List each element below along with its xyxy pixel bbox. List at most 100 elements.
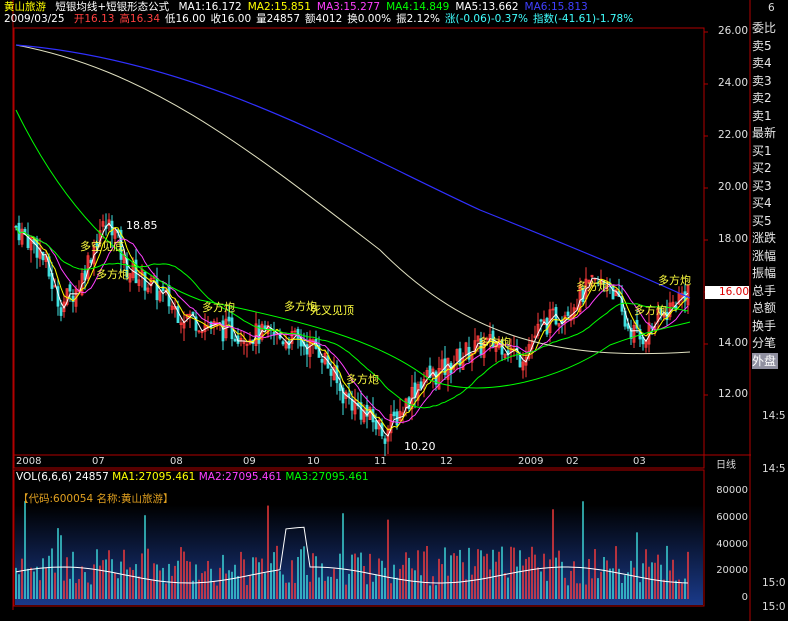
vol-ma3: MA3:27095.461 [285, 471, 369, 483]
candle-body [305, 344, 309, 355]
order-panel-item[interactable]: 买1 [752, 143, 778, 159]
order-panel-item[interactable]: 卖1 [752, 108, 778, 124]
stock-name[interactable]: 黄山旅游 [4, 1, 46, 13]
quote-values: 开16.13 高16.34 低16.00 收16.00 量24857 额4012 换0.00… [74, 13, 638, 25]
ma-value: MA1:16.172 [178, 1, 242, 13]
price-tick: 22.00 [717, 129, 748, 141]
volume-tick: 20000 [716, 565, 748, 576]
volume-tick: 40000 [716, 539, 748, 550]
candle-body [566, 311, 570, 316]
price-tick: 12.00 [717, 388, 748, 400]
chart-annotation: 多方炮 [634, 304, 667, 317]
order-panel-item[interactable]: 涨跌 [752, 230, 778, 246]
candle-body [176, 306, 180, 323]
quote-value: 额4012 [305, 13, 343, 25]
chart-annotation: 死叉见顶 [310, 304, 354, 317]
volume-tick: 60000 [716, 512, 748, 523]
order-panel-item[interactable]: 振幅 [752, 265, 778, 281]
candle-body [263, 325, 267, 329]
date-tick: 02 [566, 456, 579, 467]
order-panel-item[interactable]: 委比 [752, 20, 778, 36]
order-panel-item[interactable]: 卖2 [752, 90, 778, 106]
price-tick: 18.00 [717, 233, 748, 245]
date-tick: 07 [92, 456, 105, 467]
candle-body [329, 368, 333, 376]
order-panel-item[interactable]: 买4 [752, 195, 778, 211]
candle-body [539, 319, 543, 322]
order-panel-item[interactable]: 外盘 [752, 352, 778, 369]
formula-name: 短银均线+短银形态公式 [55, 1, 170, 13]
volume-title: VOL(6,6,6) 24857 MA1:27095.461 MA2:27095… [16, 471, 369, 483]
order-panel-item[interactable]: 买2 [752, 160, 778, 176]
ma-value: MA6:15.813 [524, 1, 588, 13]
quote-value: 开16.13 [73, 13, 115, 25]
date-tick: 12 [440, 456, 453, 467]
current-price-tag: 16.00 [705, 286, 749, 299]
quote-value: 收16.00 [210, 13, 252, 25]
quote-value: 低16.00 [165, 13, 206, 25]
time-tick: 15:0 [762, 601, 786, 613]
chart-annotation: 多方炮 [96, 268, 129, 281]
ma-value: MA5:13.662 [455, 1, 519, 13]
date-tick: 09 [243, 456, 256, 467]
chart-annotation: 多方炮 [478, 336, 511, 349]
date-tick[interactable]: 日线 [716, 456, 736, 471]
candle-body [59, 307, 63, 316]
order-panel-item[interactable]: 卖3 [752, 73, 778, 89]
candle-body [374, 420, 378, 430]
candle-body [458, 348, 462, 366]
price-tick: 26.00 [717, 25, 748, 37]
candle-body [320, 358, 324, 363]
quote-value: 振2.12% [396, 13, 440, 25]
kline-chart[interactable] [0, 0, 788, 621]
time-tick: 6 [768, 2, 775, 14]
candle-body [383, 438, 387, 444]
vol-value: 24857 [75, 471, 109, 483]
quote-value: 量24857 [256, 13, 301, 25]
chart-annotation: 多空见底 [80, 240, 124, 253]
chart-annotation: 多方炮 [202, 301, 235, 314]
quote-line: 2009/03/25 开16.13 高16.34 低16.00 收16.00 量2485… [4, 13, 644, 26]
order-panel-item[interactable]: 买5 [752, 213, 778, 229]
quote-value: 换0.00% [347, 13, 392, 25]
candle-body [392, 411, 396, 417]
chart-annotation: 多方炮 [658, 274, 691, 287]
candle-body [68, 284, 72, 292]
candle-body [233, 338, 237, 342]
order-panel-item[interactable]: 最新 [752, 125, 778, 141]
order-panel-item[interactable]: 涨幅 [752, 248, 778, 264]
price-tick: 24.00 [717, 77, 748, 89]
date-tick: 2009 [518, 456, 544, 467]
order-panel-item[interactable]: 卖5 [752, 38, 778, 54]
date-tick: 10 [307, 456, 320, 467]
chart-annotation: 多方炮 [576, 280, 609, 293]
order-panel-item[interactable]: 换手 [752, 318, 778, 334]
candle-body [281, 341, 285, 345]
order-panel-item[interactable]: 总额 [752, 300, 778, 316]
price-tick: 20.00 [717, 181, 748, 193]
vol-label: VOL(6,6,6) [16, 471, 73, 483]
volume-tick: 0 [741, 592, 748, 603]
quote-value: 涨(-0.06)-0.37% [444, 13, 528, 25]
chart-annotation: 10.20 [404, 440, 436, 453]
order-panel-item[interactable]: 买3 [752, 178, 778, 194]
candle-body [143, 271, 147, 291]
volume-tick: 80000 [716, 485, 748, 496]
order-panel-item[interactable]: 分笔 [752, 335, 778, 351]
ma-value: MA2:15.851 [247, 1, 311, 13]
candle-body [221, 320, 225, 342]
ma-value: MA4:14.849 [386, 1, 450, 13]
order-panel-item[interactable]: 卖4 [752, 55, 778, 71]
quote-value: 高16.34 [119, 13, 160, 25]
date-tick: 08 [170, 456, 183, 467]
date-tick: 2008 [16, 456, 42, 467]
ma-value: MA3:15.277 [316, 1, 381, 13]
vol-ma2: MA2:27095.461 [198, 471, 282, 483]
ma-values: MA1:16.172 MA2:15.851 MA3:15.277 MA4:14.849… [179, 1, 594, 13]
order-panel-item[interactable]: 总手 [752, 283, 778, 299]
date-tick: 11 [374, 456, 387, 467]
time-tick: 15:0 [762, 577, 786, 589]
code-line: 【代码:600054 名称:黄山旅游】 [18, 493, 174, 505]
time-tick: 14:5 [762, 463, 786, 475]
quote-value: 指数(-41.61)-1.78% [533, 13, 634, 25]
